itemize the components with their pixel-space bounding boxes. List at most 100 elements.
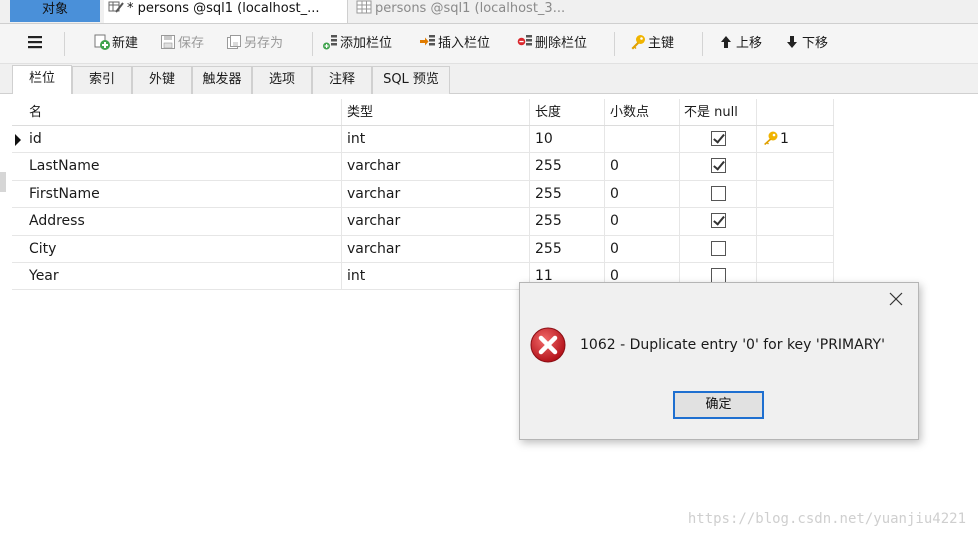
delete-column-icon [517,34,533,50]
splitter-handle[interactable] [0,172,6,192]
not-null-checkbox[interactable] [710,185,726,201]
column-header-type[interactable]: 类型 [342,99,530,125]
new-label: 新建 [112,36,139,51]
primary-key-button[interactable]: 主键 [630,34,674,54]
column-header-decimals[interactable]: 小数点 [605,99,680,125]
close-icon[interactable] [888,291,904,307]
add-column-button[interactable]: 添加栏位 [322,34,392,54]
hamburger-icon [28,36,42,49]
tab-foreign-keys[interactable]: 外键 [132,66,192,94]
tab-triggers[interactable]: 触发器 [192,66,252,94]
field-length-cell[interactable]: 255 [530,180,605,208]
error-icon [530,327,566,363]
current-row-indicator [12,126,24,152]
fields-grid: 名 类型 长度 小数点 不是 null id int 10 1 LastName… [12,99,834,291]
row-indicator [12,208,24,234]
insert-column-label: 插入栏位 [438,36,491,51]
row-indicator [12,181,24,207]
save-as-button[interactable]: 另存为 [226,34,283,54]
not-null-checkbox[interactable] [710,158,726,174]
tab-fields[interactable]: 栏位 [12,65,72,94]
not-null-checkbox[interactable] [710,267,726,283]
field-decimals-cell[interactable]: 0 [605,153,680,180]
save-as-icon [226,34,242,50]
key-position: 1 [780,131,789,147]
field-type-cell[interactable]: varchar [342,180,530,208]
column-header-length[interactable]: 长度 [530,99,605,125]
design-subtabs: 栏位 索引 外键 触发器 选项 注释 SQL 预览 [0,64,978,94]
toolbar-separator [312,32,313,56]
row-indicator [12,236,24,262]
tab-persons-design[interactable]: * persons @sql1 (localhost_... [104,0,348,23]
move-down-button[interactable]: 下移 [784,34,828,54]
insert-column-button[interactable]: 插入栏位 [420,34,490,54]
primary-key-label: 主键 [648,36,675,51]
toolbar-separator [64,32,65,56]
delete-column-button[interactable]: 删除栏位 [517,34,587,54]
field-decimals-cell[interactable]: 0 [605,180,680,208]
new-button[interactable]: 新建 [94,34,138,54]
field-type-cell[interactable]: int [342,262,530,290]
move-up-button[interactable]: 上移 [718,34,762,54]
field-type-cell[interactable]: varchar [342,153,530,180]
watermark-text: https://blog.csdn.net/yuanjiu4221 [687,511,966,527]
tab-indexes[interactable]: 索引 [72,66,132,94]
column-header-key [757,99,834,125]
tab-sql-preview[interactable]: SQL 预览 [372,66,450,94]
field-decimals-cell[interactable] [605,126,680,153]
object-tab[interactable]: 对象 [10,0,100,22]
tab-persons-data[interactable]: persons @sql1 (localhost_3... [352,0,612,23]
field-name-cell[interactable]: Address [24,208,342,235]
not-null-checkbox[interactable] [710,131,726,146]
field-type-cell[interactable]: varchar [342,208,530,235]
field-name-cell[interactable]: Year [24,262,342,290]
field-name-cell[interactable]: id [24,126,342,153]
column-header-not-null[interactable]: 不是 null [680,99,757,125]
tab-comments[interactable]: 注释 [312,66,372,94]
error-message: 1062 - Duplicate entry '0' for key 'PRIM… [580,337,885,353]
field-key-cell[interactable] [757,208,834,235]
column-header-name[interactable]: 名 [24,99,342,125]
save-label: 保存 [178,36,205,51]
field-not-null-cell [680,126,757,153]
table-row[interactable]: Address varchar 255 0 [12,208,834,236]
insert-column-icon [420,34,436,50]
field-not-null-cell [680,208,757,235]
table-row[interactable]: City varchar 255 0 [12,235,834,263]
field-length-cell[interactable]: 10 [530,126,605,153]
key-icon [630,34,646,50]
error-dialog: 1062 - Duplicate entry '0' for key 'PRIM… [519,282,919,440]
field-type-cell[interactable]: varchar [342,235,530,262]
table-row[interactable]: id int 10 1 [12,126,834,154]
field-key-cell[interactable] [757,235,834,262]
field-name-cell[interactable]: LastName [24,153,342,180]
field-name-cell[interactable]: FirstName [24,180,342,208]
field-type-cell[interactable]: int [342,126,530,153]
tab-options[interactable]: 选项 [252,66,312,94]
field-key-cell[interactable] [757,153,834,180]
ok-button[interactable]: 确定 [673,391,764,419]
field-length-cell[interactable]: 255 [530,153,605,180]
field-decimals-cell[interactable]: 0 [605,235,680,262]
tab-persons-design-label: * persons @sql1 (localhost_... [127,1,320,16]
toolbar-separator [702,32,703,56]
arrow-up-icon [718,34,734,50]
field-not-null-cell [680,153,757,180]
new-icon [94,34,110,50]
field-length-cell[interactable]: 255 [530,208,605,235]
table-row[interactable]: FirstName varchar 255 0 [12,180,834,209]
menu-button[interactable] [26,33,44,53]
arrow-down-icon [784,34,800,50]
field-decimals-cell[interactable]: 0 [605,208,680,235]
save-button[interactable]: 保存 [160,34,204,54]
document-tab-bar: 对象 * persons @sql1 (localhost_... person… [0,0,978,24]
field-name-cell[interactable]: City [24,235,342,262]
table-row[interactable]: LastName varchar 255 0 [12,153,834,181]
grid-header-row: 名 类型 长度 小数点 不是 null [12,99,834,126]
delete-column-label: 删除栏位 [535,36,588,51]
not-null-checkbox[interactable] [710,213,726,229]
field-length-cell[interactable]: 255 [530,235,605,262]
field-key-cell[interactable]: 1 [757,126,834,153]
field-key-cell[interactable] [757,180,834,208]
not-null-checkbox[interactable] [710,240,726,256]
